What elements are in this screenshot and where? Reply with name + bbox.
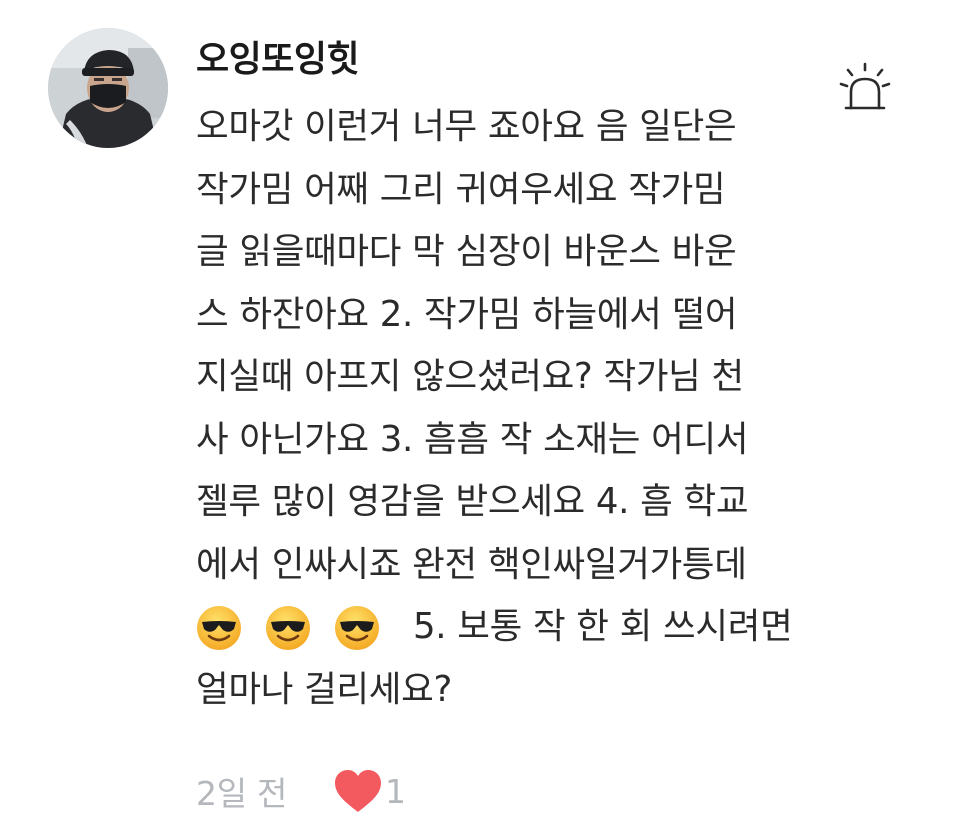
heart-icon[interactable]	[333, 768, 383, 814]
sunglasses-emoji-icon	[335, 606, 379, 650]
sunglasses-emoji-icon	[197, 606, 241, 650]
comment-line: 오마갓 이런거 너무 죠아요 음 일단은	[196, 106, 737, 147]
sunglasses-emoji-icon	[266, 606, 310, 650]
comment-line: 젤루 많이 영감을 받으세요 4. 흠 학교	[196, 481, 749, 522]
like-button[interactable]: 1	[333, 768, 406, 814]
comment-emoji-line: 5. 보통 작 한 회 쓰시려면	[196, 596, 796, 659]
comment-body: 오마갓 이런거 너무 죠아요 음 일단은 작가밈 어째 그리 귀여우세요 작가밈…	[196, 96, 796, 721]
comment-line: 글 읽을때마다 막 심장이 바운스 바운	[196, 231, 737, 272]
like-count: 1	[385, 771, 407, 811]
comment-line-after-emoji: 5. 보통 작 한 회 쓰시려면	[413, 606, 793, 647]
comment-line: 스 하잔아요 2. 작가밈 하늘에서 떨어	[196, 293, 738, 335]
comment-meta: 2일 전 1	[196, 766, 406, 816]
comment-line: 사 아닌가요 3. 흠흠 작 소재는 어디서	[196, 418, 749, 460]
comment-line: 지실때 아프지 않으셨러요? 작가님 천	[196, 356, 744, 397]
comment-line: 에서 인싸시죠 완전 핵인싸일거가틍데	[196, 543, 747, 585]
avatar[interactable]	[48, 28, 168, 148]
report-siren-icon[interactable]	[838, 62, 892, 116]
comment-line: 작가밈 어째 그리 귀여우세요 작가밈	[196, 168, 726, 210]
timestamp: 2일 전	[196, 774, 288, 813]
comment-line: 얼마나 걸리세요?	[196, 668, 453, 710]
comment-item: 오잉또잉힛 오마갓 이런거 너무 죠아요 음 일단은 작가밈 어째 그리 귀여우…	[0, 0, 960, 839]
username[interactable]: 오잉또잉힛	[196, 30, 360, 82]
